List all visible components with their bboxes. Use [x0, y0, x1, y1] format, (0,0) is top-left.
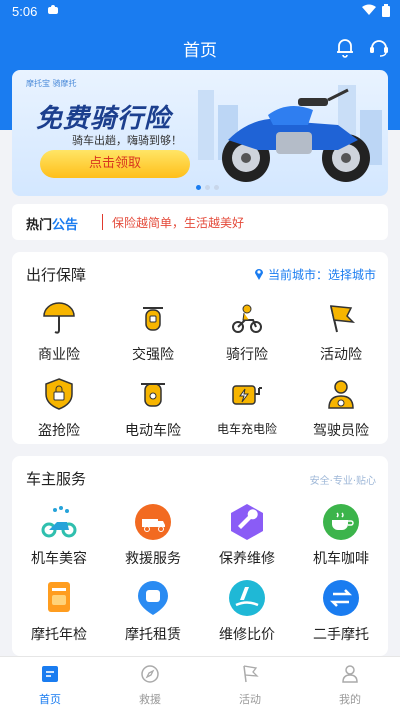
flag-outline-icon: [240, 664, 260, 688]
section-tagline: 安全·专业·贴心: [309, 476, 376, 487]
owner-services-card: 车主服务 安全·专业·贴心 机车美容 救援服务 保养维修 机车咖啡 摩托年检 摩…: [12, 456, 388, 656]
motorbike-wash-icon: [39, 502, 79, 542]
tab-home[interactable]: 首页: [0, 657, 100, 711]
city-selector[interactable]: 当前城市：选择城市: [254, 266, 376, 283]
bell-icon[interactable]: [334, 36, 356, 62]
lock-shield-icon: [39, 374, 79, 414]
service-item-inspection[interactable]: 摩托年检: [12, 572, 106, 648]
driver-icon: [321, 374, 361, 414]
wrench-icon: [227, 502, 267, 542]
ebike-icon: [133, 374, 173, 414]
banner-headline: 免费骑行险: [36, 104, 172, 134]
service-item-coffee[interactable]: 机车咖啡: [294, 496, 388, 572]
customer-service-icon[interactable]: [368, 36, 390, 62]
notice-divider: [102, 214, 103, 230]
rider-icon: [227, 298, 267, 338]
service-item-price-compare[interactable]: 维修比价: [200, 572, 294, 648]
scooter-icon: [133, 298, 173, 338]
status-bar: 5:06: [0, 0, 400, 24]
flag-icon: [321, 298, 361, 338]
banner-subtitle: 骑车出趟，嗨骑到够！: [72, 134, 182, 147]
inspection-icon: [39, 578, 79, 618]
section-title: 出行保障: [26, 266, 87, 284]
notice-tag: 热门公告: [26, 218, 79, 233]
wifi-icon: [362, 4, 376, 20]
cloud-icon: [46, 4, 60, 19]
insurance-item-commercial[interactable]: 商业险: [12, 292, 106, 368]
compass-icon: [140, 664, 160, 688]
status-time: 5:06: [12, 4, 38, 19]
section-title: 车主服务: [26, 470, 87, 488]
banner-brand: 摩托宝 骑摩托: [26, 79, 77, 88]
insurance-item-activity[interactable]: 活动险: [294, 292, 388, 368]
motorcycle-illustration: [198, 85, 382, 182]
insurance-item-theft[interactable]: 盗抢险: [12, 368, 106, 444]
service-item-beauty[interactable]: 机车美容: [12, 496, 106, 572]
service-item-maintenance[interactable]: 保养维修: [200, 496, 294, 572]
notice-message: 保险越简单，生活越美好: [112, 216, 245, 230]
rent-icon: [133, 578, 173, 618]
insurance-item-charging[interactable]: 电车充电险: [200, 368, 294, 444]
bottom-tab-bar: 首页 救援 活动 我的: [0, 656, 400, 711]
insurance-item-riding[interactable]: 骑行险: [200, 292, 294, 368]
notice-bar[interactable]: 热门公告 保险越简单，生活越美好: [12, 204, 388, 240]
insurance-item-ebike[interactable]: 电动车险: [106, 368, 200, 444]
tab-profile[interactable]: 我的: [300, 657, 400, 711]
coffee-icon: [321, 502, 361, 542]
tab-activities[interactable]: 活动: [200, 657, 300, 711]
home-icon: [40, 664, 60, 688]
location-pin-icon: [254, 267, 264, 283]
person-icon: [340, 664, 360, 688]
charging-icon: [227, 374, 267, 414]
service-item-used[interactable]: 二手摩托: [294, 572, 388, 648]
banner-pager: [196, 185, 219, 190]
claim-button[interactable]: 点击领取: [40, 150, 190, 178]
service-item-rescue[interactable]: 救援服务: [106, 496, 200, 572]
tab-rescue[interactable]: 救援: [100, 657, 200, 711]
app-bar: 首页: [0, 28, 400, 66]
tow-truck-icon: [133, 502, 173, 542]
insurance-item-driver[interactable]: 驾驶员险: [294, 368, 388, 444]
travel-protection-card: 出行保障 当前城市：选择城市 商业险 交强险 骑行险 活动险 盗抢险 电动车险 …: [12, 252, 388, 444]
umbrella-icon: [39, 298, 79, 338]
insurance-item-compulsory[interactable]: 交强险: [106, 292, 200, 368]
promo-banner[interactable]: 摩托宝 骑摩托 免费骑行险 骑车出趟，嗨骑到够！ 点击领取: [12, 70, 388, 196]
service-item-rental[interactable]: 摩托租赁: [106, 572, 200, 648]
battery-icon: [382, 4, 390, 20]
compare-icon: [227, 578, 267, 618]
used-exchange-icon: [321, 578, 361, 618]
